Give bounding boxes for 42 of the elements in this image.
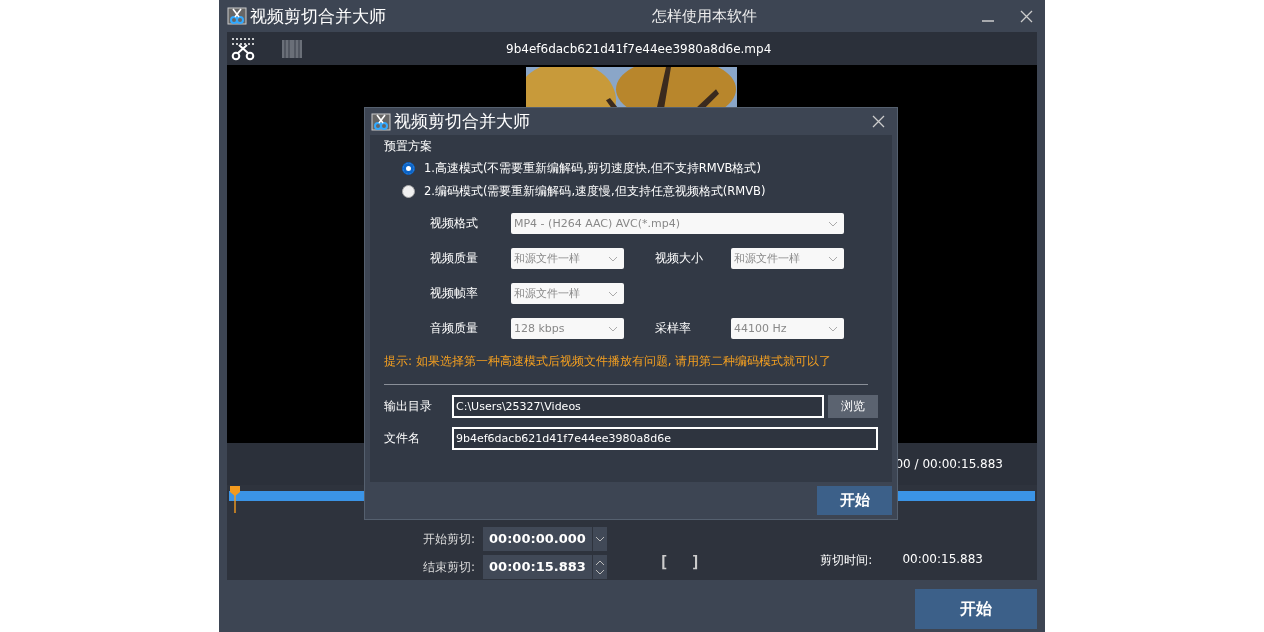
mark-out-button[interactable]: ] <box>690 551 701 571</box>
mode-label[interactable]: 1.高速模式(不需要重新编解码,剪切速度快,但不支持RMVB格式) <box>424 161 761 176</box>
file-name-label: 文件名 <box>384 430 421 447</box>
scissors-film-icon <box>227 6 247 26</box>
end-time-field[interactable]: 00:00:15.883 <box>483 555 608 579</box>
output-dir-label: 输出目录 <box>384 398 433 415</box>
radio-button[interactable] <box>402 162 415 175</box>
window-title: 视频剪切合并大师 <box>250 4 386 28</box>
scissors-film-icon <box>371 111 391 132</box>
close-icon[interactable] <box>1020 9 1033 23</box>
setting-label: 视频格式 <box>430 215 479 232</box>
mark-in-button[interactable]: [ <box>659 551 669 571</box>
dropdown[interactable]: 和源文件一样 <box>731 248 844 269</box>
cut-duration-label: 剪切时间: <box>820 551 873 569</box>
file-name: 9b4ef6dacb621d41f7e44ee3980a8d6e.mp4 <box>506 41 772 56</box>
tip-text: 提示: 如果选择第一种高速模式后视频文件播放有问题, 请用第二种编码模式就可以了 <box>384 353 833 370</box>
dropdown[interactable]: 44100 Hz <box>731 318 844 339</box>
help-link[interactable]: 怎样使用本软件 <box>651 6 757 26</box>
film-strip-icon[interactable] <box>281 37 303 60</box>
setting-label: 采样率 <box>655 320 692 337</box>
dropdown[interactable]: 和源文件一样 <box>511 248 624 269</box>
end-cut-label: 结束剪切: <box>423 558 476 576</box>
section-label: 预置方案 <box>384 138 432 155</box>
setting-label: 音频质量 <box>430 320 479 337</box>
playhead-marker[interactable] <box>229 485 241 513</box>
start-button[interactable]: 开始 <box>915 589 1037 629</box>
start-button[interactable]: 开始 <box>817 486 892 515</box>
mode-label[interactable]: 2.编码模式(需要重新编解码,速度慢,但支持任意视频格式(RMVB) <box>424 184 766 199</box>
setting-label: 视频大小 <box>655 250 704 267</box>
dropdown[interactable]: 和源文件一样 <box>511 283 624 304</box>
output-dir-field[interactable]: C:\Users\25327\Videos <box>452 395 824 418</box>
start-time-field[interactable]: 00:00:00.000 <box>483 527 608 551</box>
file-name-field[interactable]: 9b4ef6dacb621d41f7e44ee3980a8d6e <box>452 427 878 450</box>
browse-button[interactable]: 浏览 <box>828 395 878 418</box>
dialog-title: 视频剪切合并大师 <box>394 110 530 133</box>
radio-button[interactable] <box>402 185 415 198</box>
close-icon[interactable] <box>872 115 885 128</box>
setting-label: 视频质量 <box>430 250 479 267</box>
cut-icon[interactable] <box>231 36 255 61</box>
start-cut-label: 开始剪切: <box>423 530 476 548</box>
setting-label: 视频帧率 <box>430 285 479 302</box>
cut-duration-value: 00:00:15.883 <box>902 551 983 568</box>
